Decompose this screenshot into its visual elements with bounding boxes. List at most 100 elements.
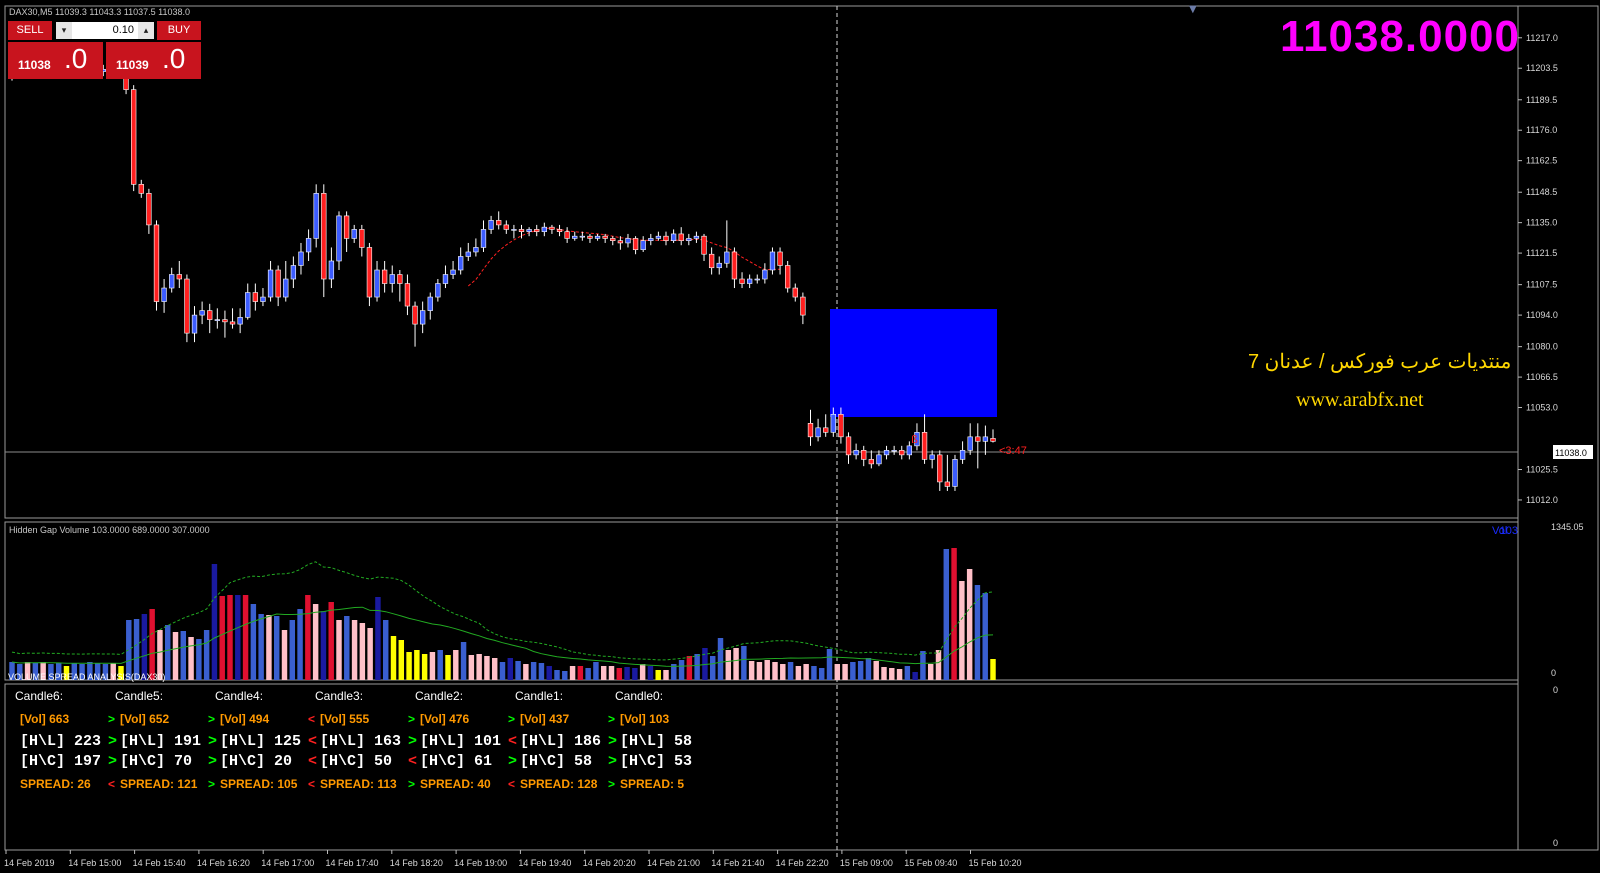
volume-bar	[203, 630, 210, 680]
candle	[693, 231, 700, 243]
volume-bar	[460, 642, 467, 680]
candle	[419, 301, 426, 334]
time-tick-label: 14 Feb 21:40	[711, 858, 764, 868]
sell-button[interactable]: SELL	[8, 21, 52, 40]
volume-bar	[725, 650, 732, 680]
candle	[975, 423, 981, 469]
vsa-volume: < [Vol] 555	[308, 712, 370, 726]
volume-bar	[429, 652, 436, 680]
candle	[853, 443, 859, 460]
volume-bar	[297, 609, 303, 680]
big-price-display: 11038.0000	[1279, 12, 1520, 61]
price-tick-label: 11162.5	[1526, 156, 1557, 166]
price-tick-label: 11080.0	[1526, 342, 1558, 352]
candle	[237, 308, 243, 334]
volume-bar	[281, 630, 288, 680]
candle	[534, 224, 540, 237]
volume-bar	[180, 631, 187, 680]
volume-bar	[133, 619, 140, 680]
volume-bar	[850, 662, 856, 680]
watermark-arabic: منتديات عرب فوركس / عدنان 7	[1248, 351, 1512, 373]
time-tick-label: 14 Feb 15:40	[133, 858, 186, 868]
volume-bar	[242, 595, 249, 680]
volume-bar	[188, 637, 194, 680]
vsa-high-close: > [H\C] 58	[508, 753, 593, 770]
vsa-candle-label: Candle4:	[215, 689, 264, 703]
lot-size-input[interactable]: 0.10	[74, 22, 136, 39]
volume-bar	[811, 666, 817, 680]
volume-bar	[982, 593, 988, 680]
vsa-candle-label: Candle1:	[515, 689, 564, 703]
candle	[267, 260, 274, 302]
lot-size-stepper[interactable]: ▾ 0.10 ▴	[56, 22, 154, 39]
chevron-down-icon[interactable]: ▼	[1189, 4, 1197, 15]
candle	[169, 267, 175, 293]
candle	[640, 236, 646, 252]
volume-bar	[172, 632, 179, 680]
time-tick-label: 14 Feb 21:00	[647, 858, 700, 868]
candle	[807, 409, 814, 446]
volume-bar	[491, 658, 498, 680]
supply-zone[interactable]	[830, 309, 997, 417]
plus-icon[interactable]: ▴	[138, 22, 154, 39]
vsa-spread: > SPREAD: 40	[408, 777, 491, 791]
price-tick-label: 11135.0	[1526, 218, 1557, 228]
volume-bar	[382, 620, 389, 680]
time-tick-label: 14 Feb 20:20	[583, 858, 636, 868]
vsa-high-low: < [H\L] 186	[508, 733, 602, 750]
volume-bar	[421, 654, 428, 680]
candle	[868, 450, 874, 469]
volume-bar	[546, 666, 552, 680]
candle	[632, 236, 639, 255]
volume-bar	[530, 662, 537, 680]
ask-price-button[interactable]: 11039 .0	[106, 42, 201, 79]
volume-bar	[795, 666, 802, 680]
bid-price-button[interactable]: 11038 .0	[8, 42, 103, 79]
volume-bar	[990, 659, 996, 680]
volume-bar	[538, 663, 545, 680]
candle	[625, 233, 631, 248]
vsa-spread: SPREAD: 26	[20, 777, 91, 791]
candle	[792, 283, 798, 302]
candle	[131, 85, 137, 192]
volume-bar	[484, 656, 490, 680]
vol-value: 103	[1500, 525, 1518, 537]
candle	[313, 184, 319, 248]
time-tick-label: 14 Feb 2019	[4, 858, 55, 868]
candle	[404, 274, 411, 316]
candle	[321, 184, 327, 298]
vsa-volume: [Vol] 663	[20, 712, 70, 726]
bid-price-fraction: .0	[64, 43, 88, 74]
vsa-candle-label: Candle0:	[615, 689, 664, 703]
volume-bar	[959, 581, 965, 680]
candle	[146, 188, 152, 234]
volume-bar	[632, 668, 638, 680]
candle	[990, 429, 996, 443]
candle	[845, 432, 852, 464]
volume-bar	[149, 609, 155, 680]
price-panel-frame	[4, 5, 1519, 519]
candle	[959, 441, 966, 464]
vsa-candle-label: Candle2:	[415, 689, 464, 703]
candle	[800, 292, 806, 325]
time-tick-label: 14 Feb 17:00	[261, 858, 314, 868]
candle	[465, 242, 471, 261]
price-tick-label: 11189.5	[1526, 95, 1557, 105]
volume-bar	[780, 664, 786, 680]
time-tick-label: 15 Feb 09:40	[904, 858, 957, 868]
candle	[138, 179, 144, 198]
price-tick-label: 11094.0	[1526, 310, 1558, 320]
candle	[579, 231, 586, 241]
candle	[785, 260, 791, 293]
candle	[876, 450, 882, 467]
volume-bar	[826, 649, 833, 680]
volume-bar	[266, 615, 272, 680]
volume-indicator-title: Hidden Gap Volume 103.0000 689.0000 307.…	[9, 525, 210, 535]
volume-bar	[515, 661, 521, 680]
minus-icon[interactable]: ▾	[56, 22, 72, 39]
candle	[229, 308, 236, 329]
buy-button[interactable]: BUY	[157, 21, 201, 40]
volume-bar	[414, 650, 420, 680]
volume-bar	[351, 620, 358, 680]
volume-bar	[935, 650, 942, 680]
